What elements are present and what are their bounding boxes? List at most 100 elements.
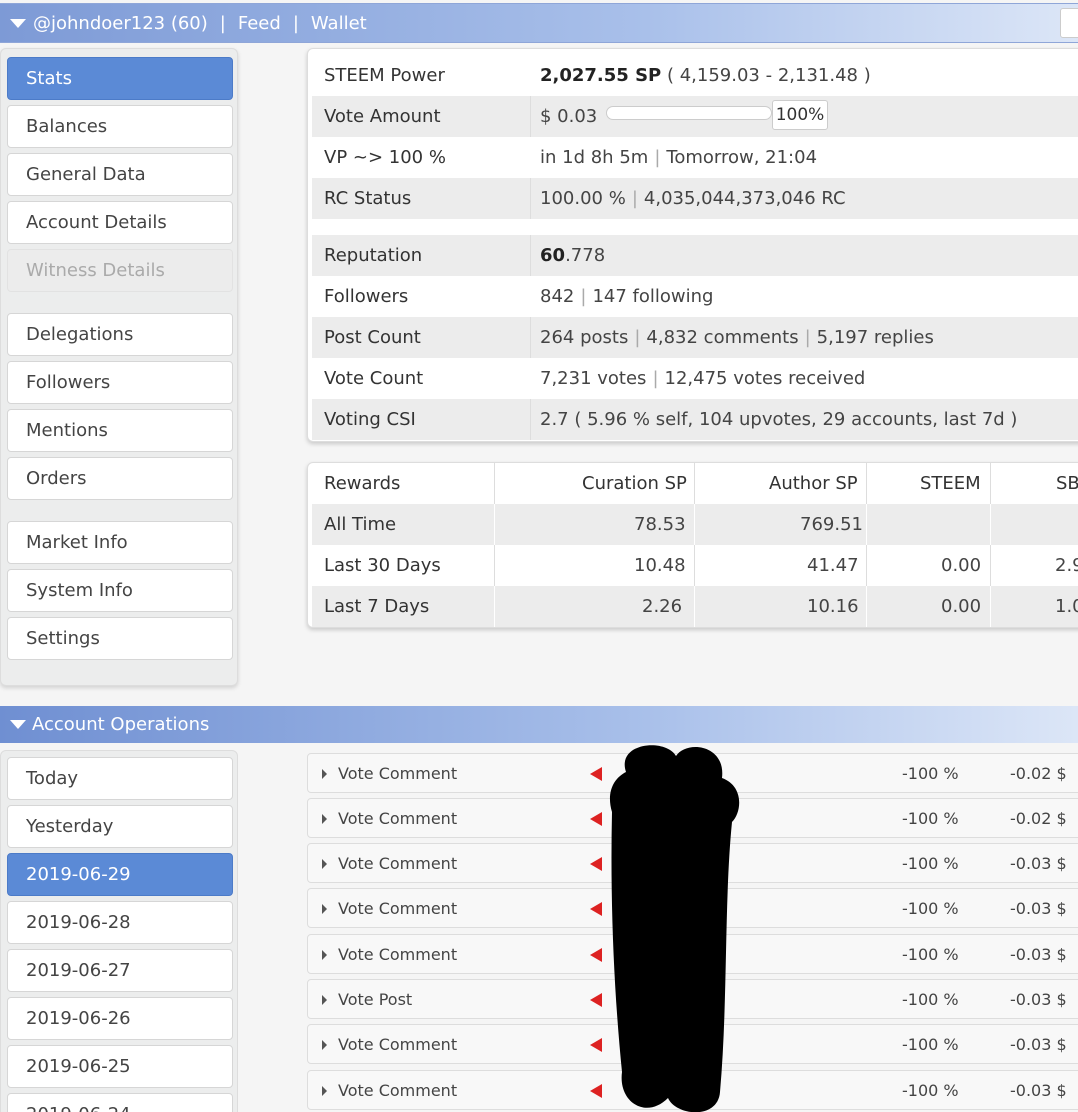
stats-label: VP ~> 100 % bbox=[324, 147, 446, 168]
operation-type: Vote Comment bbox=[338, 1035, 458, 1054]
rc-status-value: 100.00 % | 4,035,044,373,046 RC bbox=[540, 178, 846, 219]
wallet-link[interactable]: Wallet bbox=[311, 13, 367, 34]
expand-caret-icon[interactable] bbox=[322, 995, 327, 1005]
downvote-flag-icon bbox=[590, 857, 602, 871]
vote-weight: -100 % bbox=[902, 1081, 959, 1100]
curation-sp-value: 78.53 bbox=[634, 514, 686, 535]
value-separator: | bbox=[580, 286, 587, 307]
date-item-2019-06-24[interactable]: 2019-06-24 bbox=[7, 1093, 233, 1112]
value-separator: | bbox=[654, 147, 661, 168]
stats-row-steem-power: STEEM Power 2,027.55 SP ( 4,159.03 - 2,1… bbox=[312, 55, 1078, 96]
date-item-yesterday[interactable]: Yesterday bbox=[7, 805, 233, 848]
rewards-period-label: All Time bbox=[324, 514, 397, 535]
header-separator: | bbox=[219, 12, 226, 34]
vote-value: -0.02 $ bbox=[1010, 809, 1067, 828]
expand-caret-icon[interactable] bbox=[322, 859, 327, 869]
author-sp-value: 41.47 bbox=[807, 555, 859, 576]
sidebar-item-orders[interactable]: Orders bbox=[7, 457, 233, 500]
collapse-triangle-icon[interactable] bbox=[10, 720, 26, 729]
column-divider bbox=[990, 545, 991, 586]
sidebar-item-general-data[interactable]: General Data bbox=[7, 153, 233, 196]
rewards-header: Rewards bbox=[324, 473, 401, 494]
sidebar-item-mentions[interactable]: Mentions bbox=[7, 409, 233, 452]
stats-row-vote-count: Vote Count 7,231 votes | 12,475 votes rece… bbox=[312, 358, 1078, 399]
stats-row-reputation: Reputation 60.778 bbox=[312, 235, 1078, 276]
column-divider bbox=[530, 178, 531, 219]
sidebar-item-system-info[interactable]: System Info bbox=[7, 569, 233, 612]
column-divider bbox=[494, 545, 495, 586]
author-sp-header: Author SP bbox=[769, 473, 858, 494]
voting-csi-value: 2.7 ( 5.96 % self, 104 upvotes, 29 accou… bbox=[540, 409, 1018, 430]
column-divider bbox=[990, 586, 991, 627]
date-item-2019-06-27[interactable]: 2019-06-27 bbox=[7, 949, 233, 992]
stats-label: Voting CSI bbox=[324, 409, 416, 430]
column-divider bbox=[530, 399, 531, 440]
date-item-2019-06-26[interactable]: 2019-06-26 bbox=[7, 997, 233, 1040]
downvote-flag-icon bbox=[590, 993, 602, 1007]
stats-label: Followers bbox=[324, 286, 409, 307]
vote-value: -0.03 $ bbox=[1010, 1035, 1067, 1054]
sidebar-item-delegations[interactable]: Delegations bbox=[7, 313, 233, 356]
stats-label: STEEM Power bbox=[324, 65, 445, 86]
account-header-bar[interactable]: @johndoer123 (60) | Feed | Wallet bbox=[0, 3, 1078, 43]
reputation-value: 60.778 bbox=[540, 235, 605, 276]
stats-label: RC Status bbox=[324, 188, 412, 209]
vote-weight-slider[interactable] bbox=[606, 106, 772, 120]
vote-value: -0.03 $ bbox=[1010, 1081, 1067, 1100]
expand-caret-icon[interactable] bbox=[322, 814, 327, 824]
stats-row-rc-status: RC Status 100.00 % | 4,035,044,373,046 RC bbox=[312, 178, 1078, 219]
sbd-header: SB bbox=[1056, 473, 1078, 494]
rewards-period-label: Last 30 Days bbox=[324, 555, 441, 576]
expand-caret-icon[interactable] bbox=[322, 1086, 327, 1096]
downvote-flag-icon bbox=[590, 948, 602, 962]
value-separator: | bbox=[631, 188, 638, 209]
date-item-2019-06-25[interactable]: 2019-06-25 bbox=[7, 1045, 233, 1088]
rewards-period-label: Last 7 Days bbox=[324, 596, 430, 617]
sidebar-item-settings[interactable]: Settings bbox=[7, 617, 233, 660]
vote-weight-input[interactable]: 100% bbox=[772, 100, 828, 130]
column-divider bbox=[694, 463, 695, 504]
date-item-2019-06-28[interactable]: 2019-06-28 bbox=[7, 901, 233, 944]
stats-sidebar: Stats Balances General Data Account Deta… bbox=[0, 48, 238, 686]
date-item-2019-06-29[interactable]: 2019-06-29 bbox=[7, 853, 233, 896]
sidebar-item-stats[interactable]: Stats bbox=[7, 57, 233, 100]
sidebar-item-market-info[interactable]: Market Info bbox=[7, 521, 233, 564]
column-divider bbox=[990, 463, 991, 504]
stats-label: Vote Count bbox=[324, 368, 424, 389]
account-username[interactable]: @johndoer123 (60) bbox=[33, 13, 208, 34]
date-item-today[interactable]: Today bbox=[7, 757, 233, 800]
account-operations-bar[interactable]: Account Operations bbox=[0, 706, 1078, 743]
vote-value: -0.03 $ bbox=[1010, 945, 1067, 964]
value-separator: | bbox=[804, 327, 811, 348]
downvote-flag-icon bbox=[590, 1038, 602, 1052]
vote-weight: -100 % bbox=[902, 1035, 959, 1054]
reputation-integer: 60 bbox=[540, 245, 566, 266]
stats-row-voting-csi: Voting CSI 2.7 ( 5.96 % self, 104 upvote… bbox=[312, 399, 1078, 440]
vote-weight: -100 % bbox=[902, 945, 959, 964]
reputation-decimal: .778 bbox=[565, 245, 606, 266]
operation-type: Vote Comment bbox=[338, 809, 458, 828]
author-sp-value: 769.51 bbox=[800, 514, 863, 535]
stats-row-voting-power: VP ~> 100 % in 1d 8h 5m | Tomorrow, 21:04 bbox=[312, 137, 1078, 178]
expand-caret-icon[interactable] bbox=[322, 769, 327, 779]
column-divider bbox=[494, 586, 495, 627]
steem-power-range: ( 4,159.03 - 2,131.48 ) bbox=[666, 65, 871, 86]
sidebar-item-account-details[interactable]: Account Details bbox=[7, 201, 233, 244]
steem-header: STEEM bbox=[920, 473, 981, 494]
expand-caret-icon[interactable] bbox=[322, 1040, 327, 1050]
downvote-flag-icon bbox=[590, 767, 602, 781]
downvote-flag-icon bbox=[590, 902, 602, 916]
sidebar-item-balances[interactable]: Balances bbox=[7, 105, 233, 148]
rc-percent: 100.00 % bbox=[540, 188, 626, 209]
expand-caret-icon[interactable] bbox=[322, 950, 327, 960]
sbd-value: 2.9 bbox=[1055, 555, 1078, 576]
following-count: 147 following bbox=[592, 286, 714, 307]
sidebar-item-followers[interactable]: Followers bbox=[7, 361, 233, 404]
column-divider bbox=[530, 235, 531, 276]
votes-received: 12,475 votes received bbox=[664, 368, 866, 389]
header-separator: | bbox=[292, 12, 299, 34]
expand-caret-icon[interactable] bbox=[322, 904, 327, 914]
collapse-triangle-icon[interactable] bbox=[10, 18, 26, 28]
feed-link[interactable]: Feed bbox=[238, 13, 281, 34]
header-search-box[interactable] bbox=[1060, 8, 1078, 38]
